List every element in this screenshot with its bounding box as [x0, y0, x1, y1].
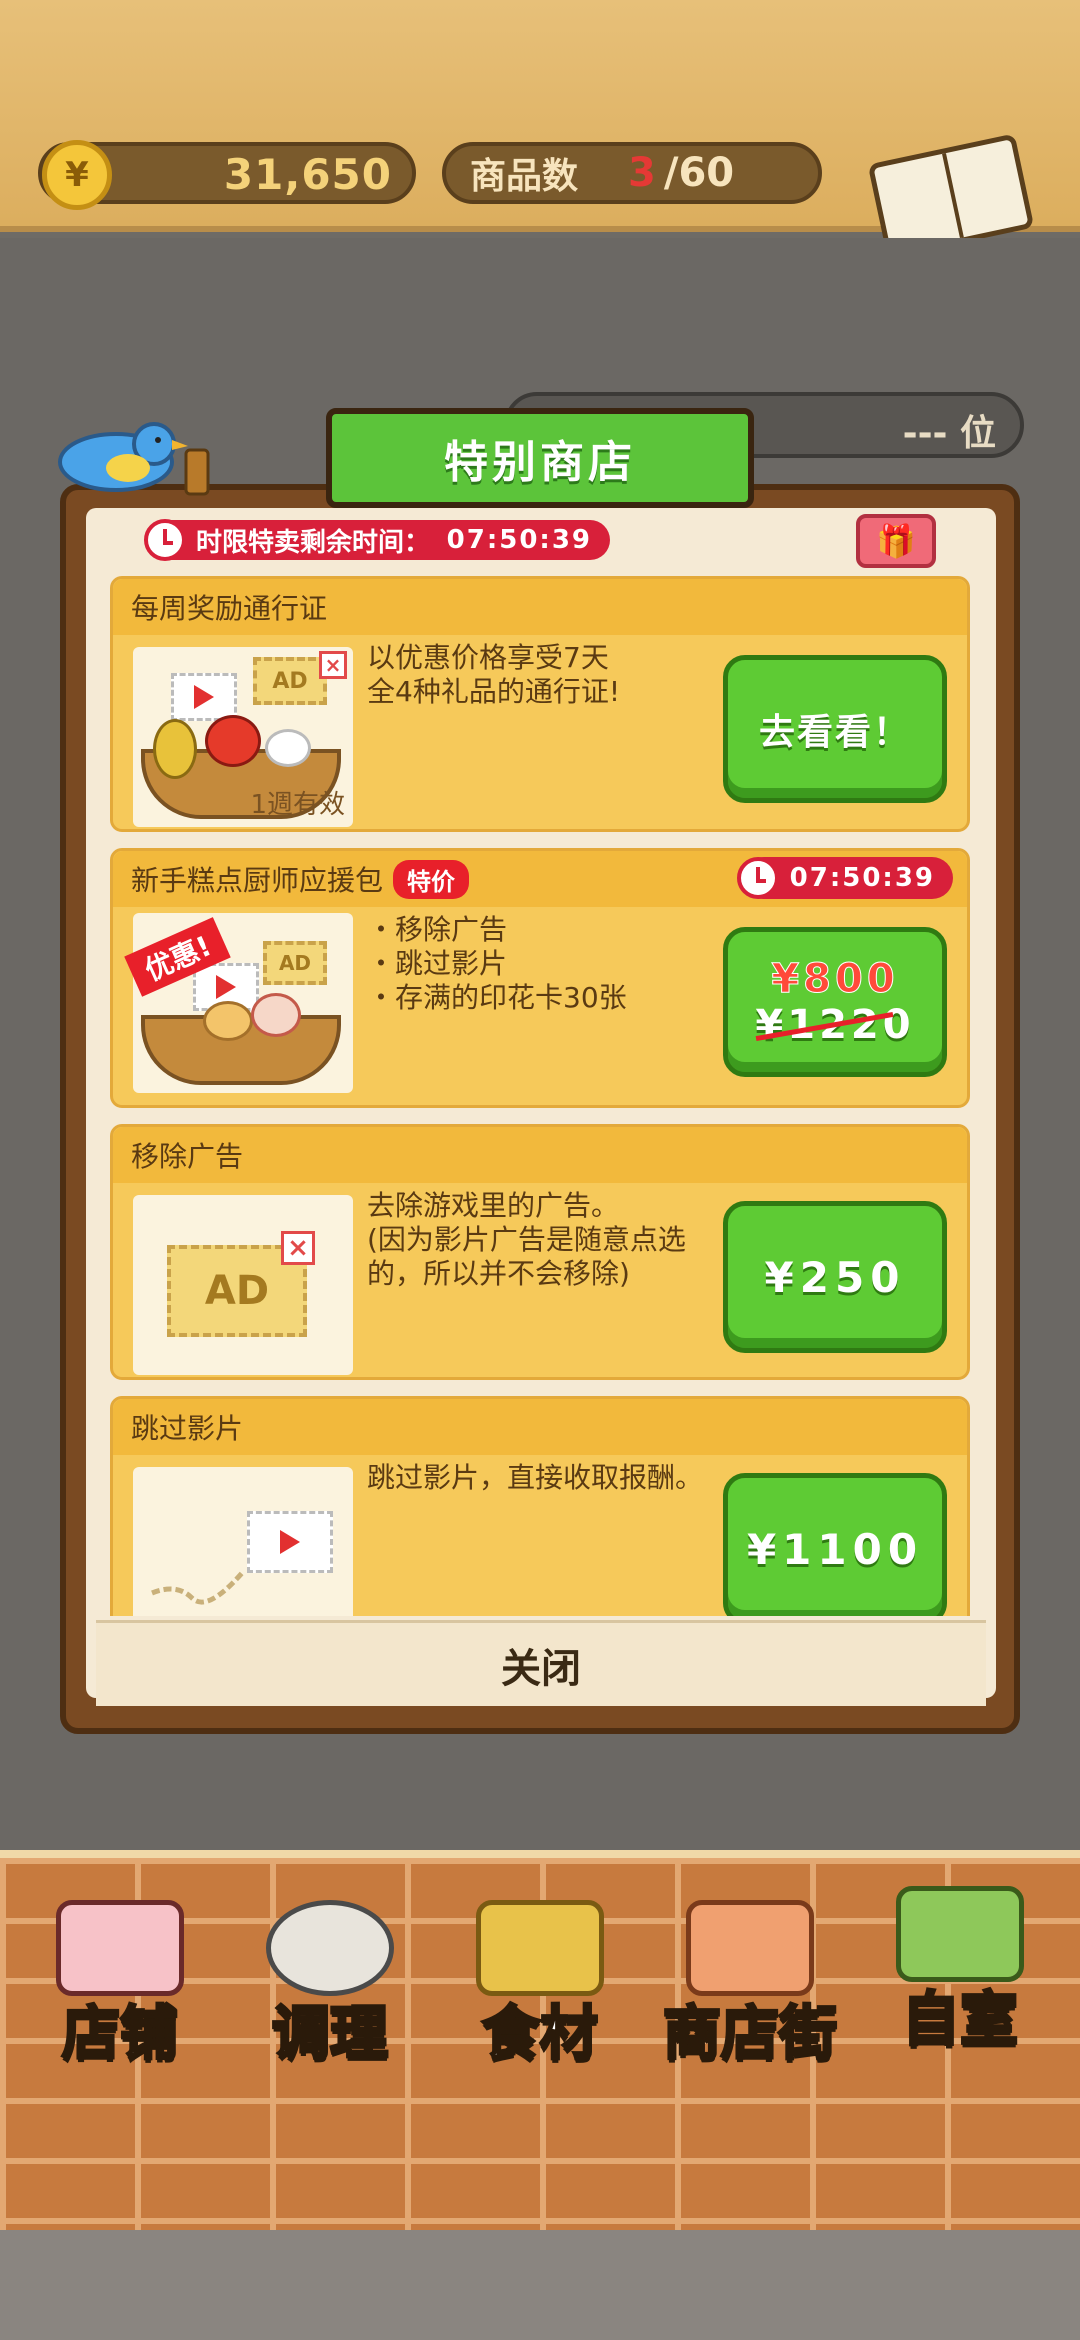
corn-icon	[153, 719, 197, 779]
shop-title: 特别商店	[444, 437, 636, 488]
card-header: 跳过影片	[113, 1399, 967, 1455]
buy-starter-pack-button[interactable]: ¥800 ¥1220	[723, 927, 947, 1077]
shop-icon	[686, 1900, 814, 1996]
remove-ads-image: AD ×	[133, 1195, 353, 1375]
gift-button[interactable]: 🎁	[856, 514, 936, 568]
top-bar: ¥ 31,650 商品数 3 /60 食谱	[0, 0, 1080, 294]
rank-text: --- 位	[902, 413, 996, 454]
item-count-value: 3	[628, 150, 656, 196]
nav-cooking[interactable]: 调理	[230, 1892, 430, 2082]
item-count-max: /60	[663, 150, 735, 196]
sale-timer: 时限特卖剩余时间： 07:50:39	[144, 519, 610, 561]
nav-ingredients[interactable]: 食材	[440, 1892, 640, 2082]
bluebird-icon	[58, 422, 210, 496]
apple-icon	[205, 715, 261, 767]
product-card-weekly-pass: 每周奖励通行证 AD × 1週有效 以优惠价格享受7天 全4种礼品的通行证! 去…	[110, 576, 970, 832]
card-header: 移除广告	[113, 1127, 967, 1183]
card-title: 新手糕点厨师应援包	[131, 864, 384, 897]
product-card-skip-video: 跳过影片 跳过影片，直接收取报酬。 ¥1100	[110, 1396, 970, 1616]
bottom-nav: 店铺 调理 食材 商店街 自室	[0, 1850, 1080, 2230]
card-description: 以优惠价格享受7天 全4种礼品的通行证!	[367, 641, 621, 708]
egg-icon	[265, 729, 311, 767]
weekly-pass-image: AD × 1週有效	[133, 647, 353, 827]
pack-timer: 07:50:39	[737, 857, 953, 899]
valid-duration: 1週有效	[250, 790, 345, 820]
original-price: ¥1220	[755, 1002, 915, 1048]
nav-label: 商店街	[661, 1998, 838, 2069]
go-see-button[interactable]: 去看看！	[723, 655, 947, 803]
close-label: 关闭	[501, 1645, 581, 1692]
arrow-path-icon	[151, 1571, 244, 1605]
ad-icon: AD	[253, 657, 327, 705]
skip-video-image	[133, 1467, 353, 1616]
price-label: ¥1100	[746, 1524, 924, 1574]
nav-shop[interactable]: 店铺	[20, 1892, 220, 2082]
buy-remove-ads-button[interactable]: ¥250	[723, 1201, 947, 1353]
nav-label: 自室	[900, 1984, 1019, 2055]
card-header: 每周奖励通行证	[113, 579, 967, 635]
nav-label: 食材	[480, 1998, 599, 2069]
card-description: 跳过影片，直接收取报酬。	[367, 1461, 704, 1494]
card-title: 移除广告	[131, 1140, 244, 1173]
card-description: ・移除广告 ・跳过影片 ・存满的印花卡30张	[367, 913, 627, 1014]
item-counter: 商品数 3 /60	[442, 142, 822, 204]
nav-label: 调理	[270, 1998, 389, 2069]
product-card-starter-pack: 新手糕点厨师应援包 特价 07:50:39 AD 优惠! ・移除广告 ・跳过影片…	[110, 848, 970, 1108]
card-description: 去除游戏里的广告。 (因为影片广告是随意点选的，所以并不会移除)	[367, 1189, 686, 1290]
sale-timer-value: 07:50:39	[446, 525, 592, 555]
coin-value: 31,650	[223, 150, 392, 199]
nav-shopping-street[interactable]: 商店街	[640, 1892, 860, 2082]
staff-only-sign-icon	[896, 1886, 1024, 1982]
price-label: ¥250	[764, 1252, 906, 1302]
sale-timer-label: 时限特卖剩余时间：	[196, 527, 431, 558]
gift-icon: 🎁	[876, 522, 916, 560]
special-price-badge: 特价	[393, 859, 470, 899]
item-count-label: 商品数	[470, 156, 579, 197]
video-icon	[247, 1511, 333, 1573]
close-x-icon: ×	[281, 1231, 315, 1265]
go-see-label: 去看看！	[758, 712, 911, 753]
product-list[interactable]: 每周奖励通行证 AD × 1週有效 以优惠价格享受7天 全4种礼品的通行证! 去…	[110, 576, 970, 1616]
clock-icon	[144, 519, 186, 561]
flour-bag-icon	[476, 1900, 604, 1996]
whisk-bowl-icon	[266, 1900, 394, 1996]
footer-floor	[0, 2230, 1080, 2340]
nav-label: 店铺	[60, 1998, 179, 2069]
buy-skip-video-button[interactable]: ¥1100	[723, 1473, 947, 1616]
pack-timer-value: 07:50:39	[789, 863, 935, 893]
close-x-icon: ×	[319, 651, 347, 679]
clock-icon	[737, 857, 779, 899]
cake-slice-icon	[251, 993, 301, 1037]
shop-title-tab: 特别商店	[326, 408, 754, 508]
ad-icon: AD	[263, 941, 327, 985]
sale-price: ¥800	[771, 956, 899, 1003]
close-button[interactable]: 关闭	[96, 1620, 986, 1706]
card-title: 跳过影片	[131, 1412, 244, 1445]
card-title: 每周奖励通行证	[131, 592, 328, 625]
nav-my-room[interactable]: 自室	[860, 1886, 1060, 2082]
coin-counter: ¥ 31,650	[38, 140, 416, 210]
coin-icon: ¥	[42, 140, 112, 210]
starter-pack-image: AD 优惠!	[124, 913, 353, 1093]
pastry-icon	[203, 1001, 253, 1041]
video-icon	[171, 673, 237, 721]
cake-icon	[56, 1900, 184, 1996]
product-card-remove-ads: 移除广告 AD × 去除游戏里的广告。 (因为影片广告是随意点选的，所以并不会移…	[110, 1124, 970, 1380]
